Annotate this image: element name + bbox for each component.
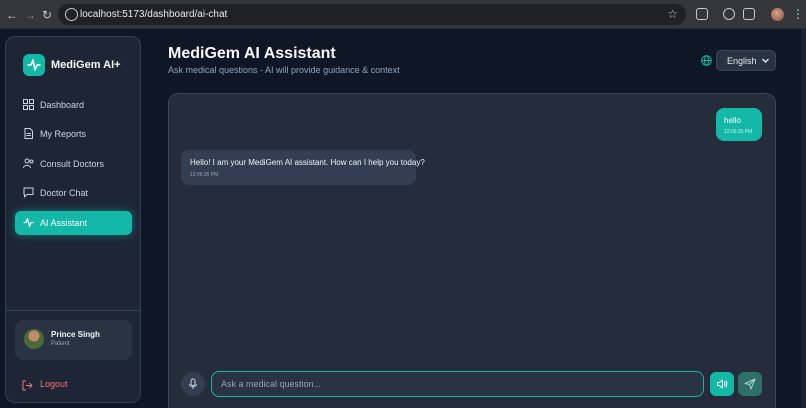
address-url[interactable]: localhost:5173/dashboard/ai-chat	[80, 9, 227, 20]
message-text: hello	[724, 116, 741, 125]
sidebar-item-label: Doctor Chat	[40, 188, 89, 198]
user-name: Prince Singh	[51, 330, 100, 339]
brand-name: MediGem AI+	[51, 59, 121, 71]
sidebar: MediGem AI+ Dashboard My Reports Consult…	[5, 36, 141, 403]
language-select[interactable]: English	[716, 50, 776, 71]
assistant-message: Hello! I am your MediGem AI assistant. H…	[181, 150, 425, 185]
media-icon[interactable]	[723, 8, 735, 20]
brand-logo	[23, 54, 45, 76]
browser-toolbar: ← → ↻ localhost:5173/dashboard/ai-chat ☆…	[0, 0, 806, 29]
address-bar[interactable]: localhost:5173/dashboard/ai-chat ☆	[58, 4, 686, 25]
message-time: 12:06:35 PM	[190, 172, 219, 178]
users-icon	[23, 158, 34, 169]
send-icon	[744, 378, 756, 390]
sidebar-item-ai-assistant[interactable]: AI Assistant	[15, 211, 132, 235]
document-icon	[24, 128, 33, 139]
user-card[interactable]: Prince Singh Patient	[15, 320, 132, 360]
reload-icon[interactable]: ↻	[42, 8, 52, 22]
message-text: Hello! I am your MediGem AI assistant. H…	[190, 158, 425, 167]
sidebar-item-dashboard[interactable]: Dashboard	[15, 93, 132, 117]
activity-icon	[23, 217, 34, 228]
tab-search-icon[interactable]	[743, 8, 755, 20]
user-role: Patient	[51, 341, 70, 347]
speaker-button[interactable]	[710, 372, 734, 396]
forward-icon[interactable]: →	[24, 8, 36, 22]
logout-icon	[22, 380, 33, 391]
sidebar-item-label: Consult Doctors	[40, 159, 105, 169]
volume-icon	[717, 379, 728, 389]
sidebar-item-label: Dashboard	[40, 100, 85, 110]
globe-icon	[701, 55, 712, 66]
logout-label: Logout	[40, 379, 68, 389]
microphone-icon	[189, 378, 197, 389]
page-subtitle: Ask medical questions - AI will provide …	[168, 65, 400, 75]
chevron-down-icon	[762, 58, 769, 63]
message-time: 12:06:35 PM	[724, 129, 753, 135]
sidebar-divider	[6, 310, 140, 311]
sidebar-item-my-reports[interactable]: My Reports	[15, 122, 132, 146]
user-message: hello 12:06:35 PM	[716, 108, 762, 141]
extensions-icon[interactable]	[696, 8, 708, 20]
grid-icon	[23, 99, 34, 110]
sidebar-item-doctor-chat[interactable]: Doctor Chat	[15, 181, 132, 205]
page-scrollbar[interactable]	[801, 29, 806, 408]
bookmark-star-icon[interactable]: ☆	[667, 7, 678, 21]
avatar	[24, 329, 44, 349]
language-value: English	[727, 56, 757, 66]
send-button[interactable]	[738, 372, 762, 396]
sidebar-item-consult-doctors[interactable]: Consult Doctors	[15, 152, 132, 176]
chat-panel: hello 12:06:35 PM Hello! I am your MediG…	[168, 93, 776, 408]
microphone-button[interactable]	[181, 372, 205, 396]
site-info-icon[interactable]	[65, 8, 78, 21]
profile-avatar[interactable]	[771, 8, 784, 21]
activity-icon	[27, 59, 41, 71]
logout-button[interactable]: Logout	[22, 378, 68, 396]
browser-menu-icon[interactable]: ⋮	[792, 7, 804, 21]
chat-input[interactable]	[211, 371, 704, 397]
sidebar-item-label: My Reports	[40, 129, 87, 139]
back-icon[interactable]: ←	[6, 8, 18, 22]
message-icon	[23, 187, 34, 198]
sidebar-item-label: AI Assistant	[40, 218, 88, 228]
page-title: MediGem AI Assistant	[168, 45, 336, 62]
